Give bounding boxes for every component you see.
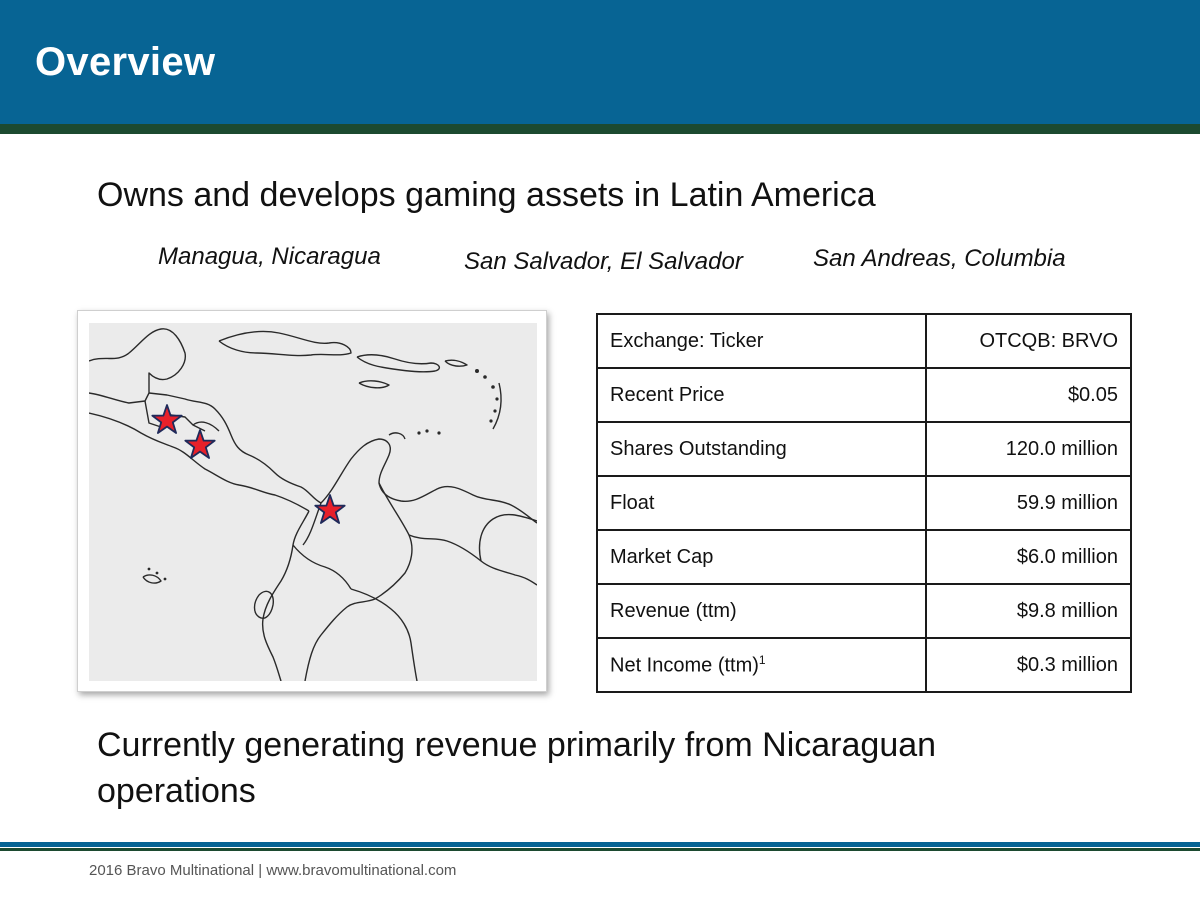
table-row: Net Income (ttm)1 $0.3 million — [596, 637, 1132, 693]
stat-value: $0.3 million — [925, 637, 1132, 693]
table-row: Revenue (ttm) $9.8 million — [596, 583, 1132, 639]
footer-divider — [0, 842, 1200, 847]
table-row: Market Cap $6.0 million — [596, 529, 1132, 585]
footnote-marker: 1 — [758, 652, 766, 667]
stat-label-cell: Net Income (ttm)1 — [596, 637, 927, 693]
location-label-san-andreas: San Andreas, Columbia — [813, 245, 1066, 272]
location-label-managua: Managua, Nicaragua — [158, 243, 381, 270]
stat-value: $0.05 — [925, 367, 1132, 423]
map-frame — [77, 310, 547, 692]
table-row: Shares Outstanding 120.0 million — [596, 421, 1132, 477]
stat-label: Shares Outstanding — [596, 421, 927, 477]
stat-label: Exchange: Ticker — [596, 313, 927, 369]
stat-value: 120.0 million — [925, 421, 1132, 477]
table-row: Exchange: Ticker OTCQB: BRVO — [596, 313, 1132, 369]
stat-label: Float — [596, 475, 927, 531]
slide-title: Overview — [35, 40, 216, 84]
header-divider — [0, 124, 1200, 134]
stat-value: $9.8 million — [925, 583, 1132, 639]
summary-text: Currently generating revenue primarily f… — [97, 726, 937, 810]
table-row: Float 59.9 million — [596, 475, 1132, 531]
table-row: Recent Price $0.05 — [596, 367, 1132, 423]
latin-america-map — [89, 323, 537, 681]
stat-value: OTCQB: BRVO — [925, 313, 1132, 369]
footer-divider-thin — [0, 848, 1200, 851]
stat-label: Revenue (ttm) — [596, 583, 927, 639]
stat-value: 59.9 million — [925, 475, 1132, 531]
company-stats-table: Exchange: Ticker OTCQB: BRVO Recent Pric… — [596, 313, 1132, 693]
location-label-san-salvador: San Salvador, El Salvador — [464, 248, 743, 275]
footer-text: 2016 Bravo Multinational | www.bravomult… — [89, 862, 457, 879]
stat-label: Net Income (ttm) — [610, 654, 759, 677]
slide-header: Overview — [0, 0, 1200, 124]
stat-value: $6.0 million — [925, 529, 1132, 585]
stat-label: Market Cap — [596, 529, 927, 585]
stat-label: Recent Price — [596, 367, 927, 423]
headline: Owns and develops gaming assets in Latin… — [97, 176, 876, 214]
map-background — [89, 323, 537, 681]
